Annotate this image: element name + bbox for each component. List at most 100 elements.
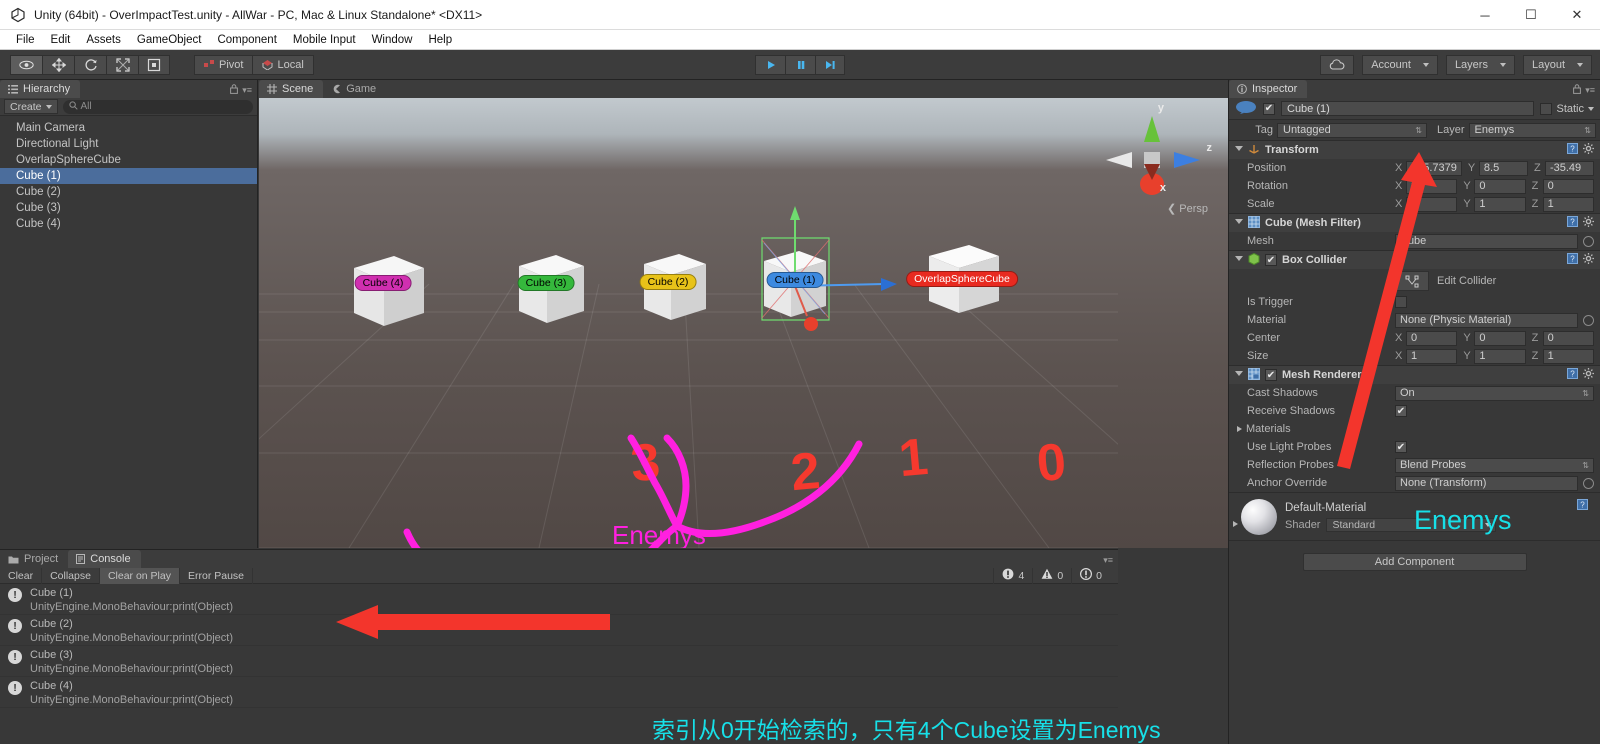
cloud-icon[interactable]	[1320, 54, 1355, 75]
size-y[interactable]: Y1	[1463, 348, 1526, 364]
warning-count[interactable]: 0	[1032, 567, 1071, 584]
hierarchy-item-cube-2[interactable]: Cube (2)	[0, 184, 257, 200]
add-component-button[interactable]: Add Component	[1302, 553, 1527, 571]
static-toggle[interactable]: Static	[1540, 102, 1594, 115]
console-log-entry[interactable]: ! Cube (3) UnityEngine.MonoBehaviour:pri…	[0, 646, 1118, 677]
scene-viewport[interactable]: Cube (4) Cube (3) Cube (2) Cube (1) Over…	[259, 98, 1228, 548]
menu-item-window[interactable]: Window	[364, 30, 421, 50]
tab-hierarchy[interactable]: Hierarchy	[0, 80, 81, 98]
mesh-object-field[interactable]: Cube	[1395, 233, 1594, 249]
scale-tool-icon[interactable]	[106, 54, 138, 75]
static-checkbox[interactable]	[1540, 102, 1553, 115]
reflection-probes-dropdown[interactable]: Blend Probes ⇅	[1395, 457, 1594, 473]
cast-shadows-dropdown[interactable]: On ⇅	[1395, 385, 1594, 401]
help-icon[interactable]: ?	[1567, 368, 1578, 382]
box-collider-header[interactable]: ✔ Box Collider ?	[1229, 251, 1600, 269]
menu-item-component[interactable]: Component	[209, 30, 284, 50]
menu-item-mobile-input[interactable]: Mobile Input	[285, 30, 364, 50]
info-count[interactable]: 0	[1071, 567, 1110, 584]
panel-menu-icon[interactable]: ▾≡	[1103, 555, 1113, 566]
help-icon[interactable]: ?	[1567, 216, 1578, 230]
pivot-button[interactable]: Pivot	[194, 54, 254, 75]
console-log-entry[interactable]: ! Cube (4) UnityEngine.MonoBehaviour:pri…	[0, 677, 1118, 708]
tab-game[interactable]: Game	[323, 80, 387, 98]
rotation-y[interactable]: Y0	[1463, 178, 1526, 194]
rotation-z[interactable]: Z0	[1532, 178, 1594, 194]
menu-item-help[interactable]: Help	[420, 30, 460, 50]
local-button[interactable]: Local	[253, 54, 314, 75]
tab-console[interactable]: Console	[68, 550, 141, 568]
menu-item-file[interactable]: File	[8, 30, 43, 50]
hierarchy-item-cube-4[interactable]: Cube (4)	[0, 216, 257, 232]
foldout-icon[interactable]	[1235, 371, 1243, 379]
gameobject-name-field[interactable]: Cube (1)	[1281, 101, 1535, 116]
foldout-icon[interactable]	[1233, 521, 1238, 527]
tag-dropdown[interactable]: Untagged ⇅	[1277, 122, 1427, 138]
mesh-renderer-enabled-checkbox[interactable]: ✔	[1265, 369, 1277, 381]
gameobject-active-checkbox[interactable]: ✔	[1263, 102, 1275, 115]
mesh-renderer-header[interactable]: ✔ Mesh Renderer ?	[1229, 366, 1600, 384]
position-x[interactable]: X 175.7379	[1395, 160, 1462, 176]
gear-icon[interactable]	[1583, 143, 1594, 157]
foldout-icon[interactable]	[1235, 146, 1243, 154]
maximize-button[interactable]: ☐	[1508, 0, 1554, 30]
menu-item-gameobject[interactable]: GameObject	[129, 30, 210, 50]
center-z[interactable]: Z0	[1532, 330, 1594, 346]
anchor-override-field[interactable]: None (Transform)	[1395, 475, 1594, 491]
hierarchy-item-directional-light[interactable]: Directional Light	[0, 136, 257, 152]
layer-dropdown[interactable]: Enemys ⇅	[1468, 122, 1596, 138]
help-icon[interactable]: ?	[1567, 253, 1578, 267]
pause-button[interactable]	[785, 54, 815, 75]
layers-dropdown[interactable]: Layers	[1445, 54, 1515, 75]
edit-collider-button[interactable]	[1395, 271, 1429, 291]
menu-item-edit[interactable]: Edit	[43, 30, 79, 50]
scale-z[interactable]: Z1	[1532, 196, 1594, 212]
rotation-x[interactable]: X0	[1395, 178, 1458, 194]
step-button[interactable]	[815, 54, 845, 75]
scale-y[interactable]: Y1	[1463, 196, 1526, 212]
collapse-button[interactable]: Collapse	[42, 567, 100, 584]
physic-material-field[interactable]: None (Physic Material)	[1395, 312, 1594, 328]
transform-header[interactable]: Transform ?	[1229, 141, 1600, 159]
help-icon[interactable]: ?	[1577, 499, 1588, 513]
mesh-filter-header[interactable]: Cube (Mesh Filter) ?	[1229, 214, 1600, 232]
lock-icon[interactable]	[1573, 84, 1582, 96]
box-collider-enabled-checkbox[interactable]: ✔	[1265, 254, 1277, 266]
position-z[interactable]: Z -35.49	[1534, 160, 1595, 176]
create-button[interactable]: Create	[4, 99, 58, 114]
hierarchy-item-main-camera[interactable]: Main Camera	[0, 120, 257, 136]
object-picker-icon[interactable]	[1583, 477, 1594, 489]
hierarchy-search-input[interactable]: All	[62, 99, 253, 114]
hierarchy-item-overlapspherecube[interactable]: OverlapSphereCube	[0, 152, 257, 168]
close-button[interactable]: ✕	[1554, 0, 1600, 30]
scale-x[interactable]: X1	[1395, 196, 1458, 212]
object-picker-icon[interactable]	[1583, 314, 1594, 326]
error-count[interactable]: 4	[993, 567, 1032, 584]
foldout-icon[interactable]	[1237, 426, 1242, 432]
move-tool-icon[interactable]	[42, 54, 74, 75]
tab-inspector[interactable]: Inspector	[1229, 80, 1308, 98]
panel-menu-icon[interactable]: ▾≡	[242, 85, 252, 96]
console-log-entry[interactable]: ! Cube (2) UnityEngine.MonoBehaviour:pri…	[0, 615, 1118, 646]
gear-icon[interactable]	[1583, 253, 1594, 267]
hierarchy-item-cube-1[interactable]: Cube (1)	[0, 168, 257, 184]
tab-scene[interactable]: Scene	[259, 80, 324, 98]
materials-row[interactable]: Materials	[1229, 420, 1600, 438]
center-x[interactable]: X0	[1395, 330, 1458, 346]
panel-menu-icon[interactable]: ▾≡	[1585, 85, 1595, 96]
center-y[interactable]: Y0	[1463, 330, 1526, 346]
size-z[interactable]: Z1	[1532, 348, 1594, 364]
rotate-tool-icon[interactable]	[74, 54, 106, 75]
clear-button[interactable]: Clear	[0, 567, 43, 584]
foldout-icon[interactable]	[1235, 219, 1243, 227]
is-trigger-checkbox[interactable]	[1395, 296, 1407, 308]
gear-icon[interactable]	[1583, 216, 1594, 230]
minimize-button[interactable]: ─	[1462, 0, 1508, 30]
console-log-entry[interactable]: ! Cube (1) UnityEngine.MonoBehaviour:pri…	[0, 584, 1118, 615]
perspective-label[interactable]: ❮ Persp	[1167, 202, 1208, 215]
position-y[interactable]: Y 8.5	[1468, 160, 1528, 176]
object-picker-icon[interactable]	[1583, 235, 1594, 247]
tab-project[interactable]: Project	[0, 550, 69, 568]
use-light-probes-checkbox[interactable]: ✔	[1395, 441, 1407, 453]
menu-item-assets[interactable]: Assets	[78, 30, 129, 50]
